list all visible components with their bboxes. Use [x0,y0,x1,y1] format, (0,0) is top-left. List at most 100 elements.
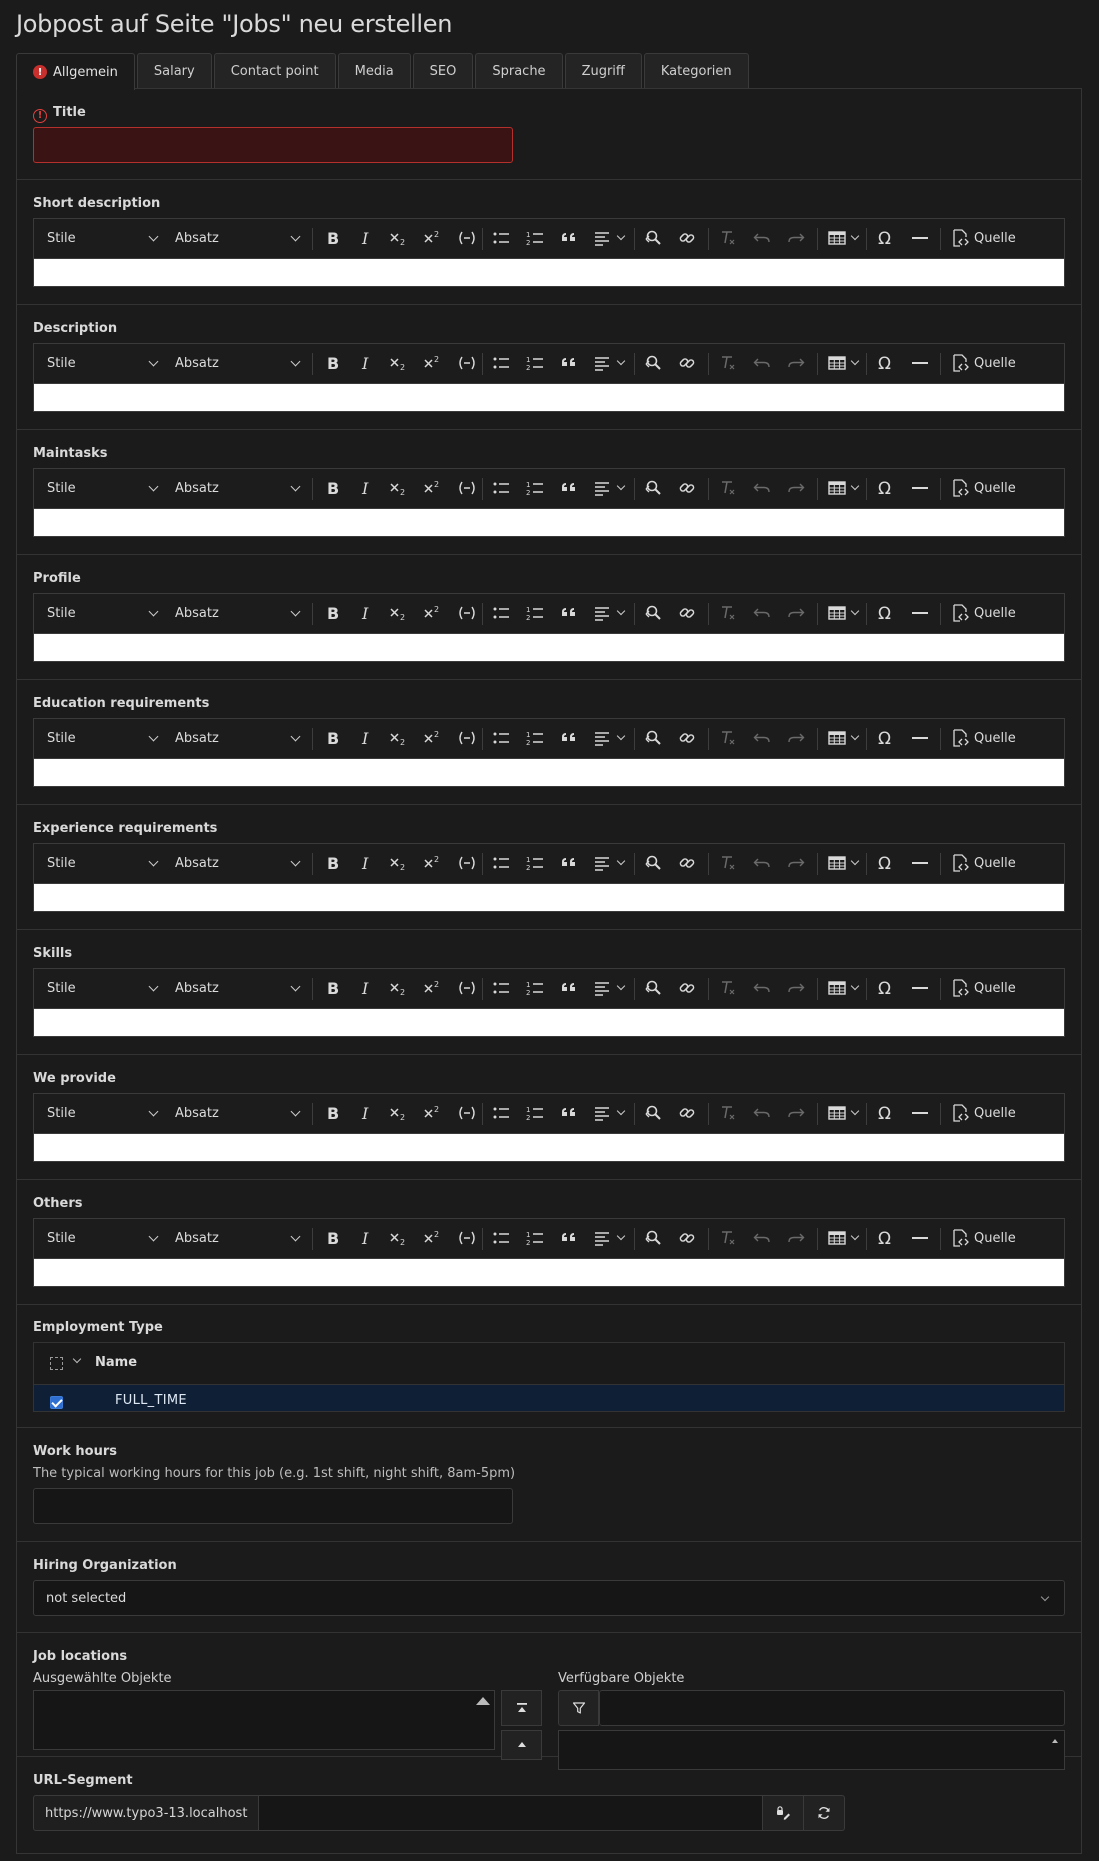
find-replace-button[interactable] [639,1219,667,1257]
link-button[interactable] [673,219,701,257]
find-replace-button[interactable] [639,469,667,507]
title-input[interactable] [33,127,513,163]
format-select[interactable]: Absatz [175,844,301,882]
superscript-button[interactable]: 2 [418,969,448,1007]
scroll-up-icon[interactable] [1052,1739,1058,1743]
bulleted-list-button[interactable] [487,469,515,507]
find-replace-button[interactable] [639,844,667,882]
tab-zugriff[interactable]: Zugriff [564,53,642,89]
undo-button[interactable] [748,344,776,382]
numbered-list-button[interactable]: 12 [521,1094,549,1132]
tab-salary[interactable]: Salary [136,53,212,89]
numbered-list-button[interactable]: 12 [521,469,549,507]
bulleted-list-button[interactable] [487,1219,515,1257]
superscript-button[interactable]: 2 [418,1219,448,1257]
bulleted-list-button[interactable] [487,1094,515,1132]
table-button[interactable] [823,469,863,507]
tab-sprache[interactable]: Sprache [475,53,563,89]
style-select[interactable]: Stile [47,344,159,382]
italic-button[interactable]: I [352,1219,380,1257]
style-select[interactable]: Stile [47,969,159,1007]
find-replace-button[interactable] [639,594,667,632]
recalculate-button[interactable] [804,1795,846,1831]
column-header-name[interactable]: Name [95,1355,137,1370]
soft-hyphen-button[interactable] [452,719,482,757]
italic-button[interactable]: I [352,844,380,882]
soft-hyphen-button[interactable] [452,844,482,882]
bold-button[interactable]: B [318,594,346,632]
superscript-button[interactable]: 2 [418,219,448,257]
style-select[interactable]: Stile [47,1094,159,1132]
rte-editor-area[interactable] [33,258,1065,287]
tab-seo[interactable]: SEO [412,53,474,89]
bold-button[interactable]: B [318,344,346,382]
link-button[interactable] [673,344,701,382]
special-characters-button[interactable]: Ω [872,1219,900,1257]
subscript-button[interactable]: 2 [384,1094,414,1132]
undo-button[interactable] [748,844,776,882]
rte-editor-area[interactable] [33,883,1065,912]
italic-button[interactable]: I [352,969,380,1007]
superscript-button[interactable]: 2 [418,344,448,382]
redo-button[interactable] [782,469,810,507]
bulleted-list-button[interactable] [487,844,515,882]
redo-button[interactable] [782,1219,810,1257]
blockquote-button[interactable] [555,344,583,382]
rte-editor-area[interactable] [33,383,1065,412]
select-all-checkbox[interactable] [50,1357,63,1370]
numbered-list-button[interactable]: 12 [521,844,549,882]
rte-editor-area[interactable] [33,633,1065,662]
table-row[interactable]: FULL_TIME [34,1385,1064,1411]
bold-button[interactable]: B [318,969,346,1007]
redo-button[interactable] [782,219,810,257]
subscript-button[interactable]: 2 [384,969,414,1007]
style-select[interactable]: Stile [47,594,159,632]
tab-allgemein[interactable]: ! Allgemein [16,53,135,90]
align-button[interactable] [589,219,629,257]
soft-hyphen-button[interactable] [452,344,482,382]
special-characters-button[interactable]: Ω [872,719,900,757]
remove-format-button[interactable] [714,594,742,632]
horizontal-line-button[interactable] [906,469,934,507]
link-button[interactable] [673,844,701,882]
align-button[interactable] [589,719,629,757]
work-hours-input[interactable] [33,1488,513,1524]
format-select[interactable]: Absatz [175,219,301,257]
bold-button[interactable]: B [318,1094,346,1132]
italic-button[interactable]: I [352,594,380,632]
bulleted-list-button[interactable] [487,719,515,757]
link-button[interactable] [673,969,701,1007]
numbered-list-button[interactable]: 12 [521,219,549,257]
redo-button[interactable] [782,1094,810,1132]
numbered-list-button[interactable]: 12 [521,1219,549,1257]
align-button[interactable] [589,594,629,632]
superscript-button[interactable]: 2 [418,844,448,882]
numbered-list-button[interactable]: 12 [521,344,549,382]
blockquote-button[interactable] [555,1094,583,1132]
bulleted-list-button[interactable] [487,344,515,382]
subscript-button[interactable]: 2 [384,719,414,757]
source-button[interactable]: Quelle [950,594,1026,632]
bold-button[interactable]: B [318,844,346,882]
horizontal-line-button[interactable] [906,1219,934,1257]
redo-button[interactable] [782,719,810,757]
italic-button[interactable]: I [352,719,380,757]
remove-format-button[interactable] [714,844,742,882]
bulleted-list-button[interactable] [487,594,515,632]
redo-button[interactable] [782,344,810,382]
superscript-button[interactable]: 2 [418,719,448,757]
numbered-list-button[interactable]: 12 [521,594,549,632]
align-button[interactable] [589,1219,629,1257]
bold-button[interactable]: B [318,219,346,257]
undo-button[interactable] [748,594,776,632]
link-button[interactable] [673,1094,701,1132]
numbered-list-button[interactable]: 12 [521,719,549,757]
find-replace-button[interactable] [639,719,667,757]
soft-hyphen-button[interactable] [452,969,482,1007]
blockquote-button[interactable] [555,469,583,507]
horizontal-line-button[interactable] [906,1094,934,1132]
filter-button[interactable] [558,1690,599,1726]
source-button[interactable]: Quelle [950,344,1026,382]
redo-button[interactable] [782,844,810,882]
rte-editor-area[interactable] [33,758,1065,787]
